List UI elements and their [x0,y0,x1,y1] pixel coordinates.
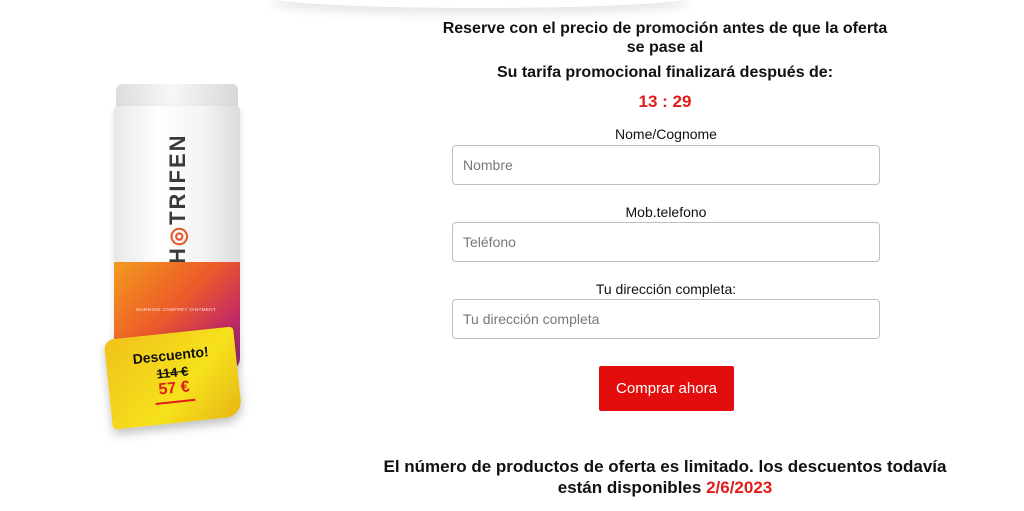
price-underline [155,398,196,405]
promo-subheadline: Su tarifa promocional finalizará después… [496,64,834,81]
timer-minutes: 13 [638,92,658,111]
discount-sticker: Descuento! 114 € 57 € [103,326,243,430]
tube-band-text: WARMING COMFREY OINTMENT [136,307,217,312]
buy-now-button[interactable]: Comprar ahora [599,366,734,411]
timer-separator: : [657,92,673,111]
brand-suffix: TRIFEN [165,133,190,225]
limited-offer-line2-text: están disponibles [557,478,702,497]
phone-label: Mob.telefono [625,204,707,220]
phone-input[interactable] [452,222,880,262]
countdown-timer: 13 : 29 [400,92,930,112]
brand-target-icon: ◎ [165,224,190,247]
limited-offer-line1: El número de productos de oferta es limi… [383,457,947,476]
name-input[interactable] [452,145,880,185]
timer-seconds: 29 [672,92,692,111]
promo-headline-line2: se pase al [626,39,704,56]
limited-offer-line2: están disponibles 2/6/2023 [340,477,990,498]
offer-date: 2/6/2023 [706,478,773,497]
limited-offer-note: El número de productos de oferta es limi… [340,456,990,498]
address-input[interactable] [452,299,880,339]
product-brand-logo: H◎TRIFEN [162,133,194,264]
promo-headline: Reserve con el precio de promoción antes… [400,19,930,57]
promo-headline-line1: Reserve con el precio de promoción antes… [442,20,888,37]
address-label: Tu dirección completa: [595,281,737,297]
top-decorative-shadow [270,0,690,8]
name-label: Nome/Cognome [615,126,717,142]
